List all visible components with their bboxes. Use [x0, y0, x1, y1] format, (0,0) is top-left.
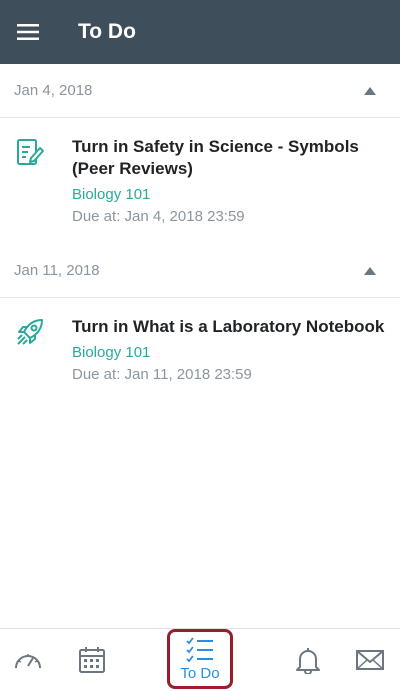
tab-calendar[interactable] — [70, 629, 114, 691]
bottom-tab-bar: To Do — [0, 628, 400, 690]
calendar-icon — [79, 647, 105, 673]
item-course: Biology 101 — [72, 186, 151, 203]
section-header-jan-11[interactable]: Jan 11, 2018 — [0, 244, 400, 298]
app-bar: To Do — [0, 0, 400, 64]
caret-up-icon — [364, 266, 376, 275]
list-item[interactable]: Turn in What is a Laboratory Notebook Bi… — [0, 298, 400, 402]
tab-todo[interactable]: To Do — [167, 629, 233, 689]
tab-todo-label: To Do — [180, 664, 220, 682]
todo-list: Jan 4, 2018 Turn in Safety in Science - … — [0, 64, 400, 402]
hamburger-icon — [17, 24, 39, 40]
list-item[interactable]: Turn in Safety in Science - Symbols (Pee… — [0, 118, 400, 244]
bell-icon — [296, 648, 320, 674]
tab-inbox[interactable] — [348, 629, 392, 691]
menu-button[interactable] — [14, 18, 42, 46]
item-due-date: Due at: Jan 11, 2018 23:59 — [72, 366, 252, 383]
rocket-icon — [17, 319, 43, 345]
collapse-button[interactable] — [358, 259, 382, 283]
caret-up-icon — [364, 86, 376, 95]
tab-dashboard[interactable] — [6, 629, 50, 691]
mail-icon — [356, 650, 384, 670]
item-due-date: Due at: Jan 4, 2018 23:59 — [72, 208, 245, 225]
section-date: Jan 4, 2018 — [14, 82, 93, 99]
checklist-icon — [186, 636, 213, 662]
dashboard-gauge-icon — [15, 654, 41, 669]
item-title: Turn in Safety in Science - Symbols (Pee… — [72, 137, 359, 178]
assignment-edit-icon — [17, 139, 44, 165]
tab-notifications[interactable] — [286, 629, 330, 691]
collapse-button[interactable] — [358, 79, 382, 103]
page-title: To Do — [78, 20, 136, 43]
section-date: Jan 11, 2018 — [14, 262, 100, 279]
section-header-jan-4[interactable]: Jan 4, 2018 — [0, 64, 400, 118]
item-course: Biology 101 — [72, 344, 151, 361]
item-title: Turn in What is a Laboratory Notebook — [72, 317, 385, 336]
